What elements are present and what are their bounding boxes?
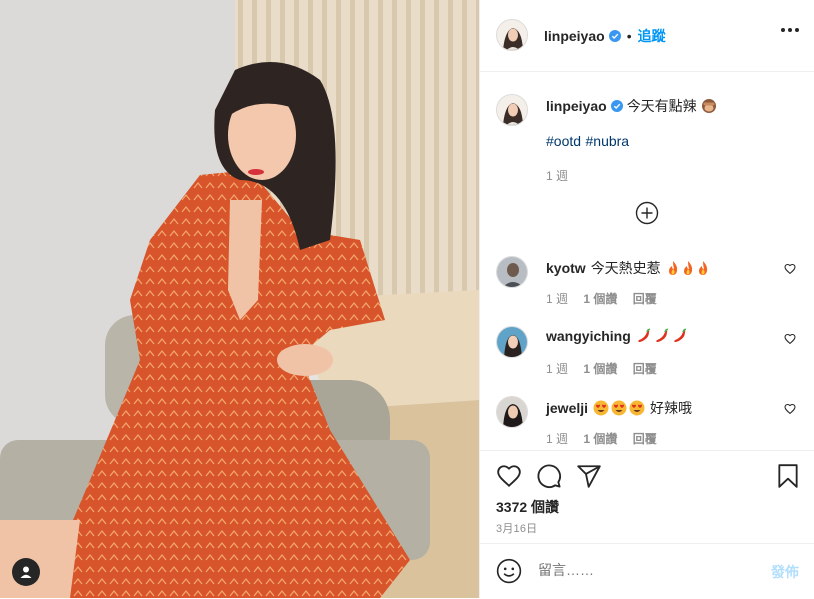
comments-section[interactable]: linpeiyao 今天有點辣 #ootd #nubra 1 週 kyotw 今… [480,72,814,450]
post-comment-button[interactable]: 發佈 [771,562,799,582]
see-no-evil-monkey-emoji [701,99,716,113]
comment-meta: 1 週 1 個讚 回覆 [546,430,669,447]
instagram-post: linpeiyao • 追蹤 linpeiyao 今天有點辣 #ootd #nu… [0,0,814,598]
smiley-icon [496,558,522,584]
chili-pepper-emoji [636,328,688,344]
comment-likes[interactable]: 1 個讚 [583,432,617,446]
caption-time: 1 週 [546,167,796,184]
commenter-avatar[interactable] [496,396,528,428]
caption-avatar[interactable] [496,94,528,126]
comment-meta: 1 週 1 個讚 回覆 [546,360,669,377]
hashtag-link[interactable]: #nubra [586,133,630,149]
commenter-avatar[interactable] [496,256,528,288]
avatar-image [497,327,527,357]
comment-button[interactable] [536,463,562,494]
post-header: linpeiyao • 追蹤 [480,0,814,72]
dot-separator: • [626,28,632,44]
paper-plane-icon [577,465,601,488]
comment-likes[interactable]: 1 個讚 [583,292,617,306]
heart-eyes-emoji [593,400,645,416]
emoji-button[interactable] [496,558,522,589]
save-button[interactable] [775,463,801,494]
hashtag-link[interactable]: #ootd [546,133,581,149]
share-button[interactable] [576,463,602,494]
comment-time[interactable]: 1 週 [546,292,568,306]
plus-circle-icon [635,201,659,225]
load-more-comments-button[interactable] [635,201,659,225]
commenter-username[interactable]: kyotw [546,260,586,276]
like-comment-button[interactable] [784,402,796,420]
caption-text: 今天有點辣 [626,98,697,114]
author-avatar[interactable] [496,19,528,51]
comment-time[interactable]: 1 週 [546,432,568,446]
reply-button[interactable]: 回覆 [633,292,657,306]
like-button[interactable] [496,463,522,494]
author-username[interactable]: linpeiyao [544,28,605,44]
more-options-button[interactable] [781,28,799,32]
fire-emoji [666,260,710,276]
verified-badge-icon [608,30,621,42]
commenter-username[interactable]: wangyiching [546,328,631,344]
more-options-icon [781,28,785,32]
comment-text: 今天熱史惹 [590,260,661,276]
heart-outline-icon [784,403,796,415]
photo-illustration [0,0,479,598]
post-photo[interactable] [0,0,479,598]
user-icon [20,566,32,578]
like-comment-button[interactable] [784,262,796,280]
comment-meta: 1 週 1 個讚 回覆 [546,290,669,307]
post-side-panel: linpeiyao • 追蹤 linpeiyao 今天有點辣 #ootd #nu… [479,0,814,598]
comment-time[interactable]: 1 週 [546,362,568,376]
heart-outline-icon [784,333,796,345]
heart-icon [497,465,521,488]
verified-badge-icon [610,100,623,112]
comment-item: kyotw 今天熱史惹 1 週 1 個讚 回覆 [496,256,796,316]
avatar-image [497,257,527,287]
reply-button[interactable]: 回覆 [633,432,657,446]
caption-timestamp[interactable]: 1 週 [546,169,568,183]
tagged-user-button[interactable] [12,558,40,586]
commenter-avatar[interactable] [496,326,528,358]
bookmark-icon [778,464,798,488]
post-actions: 3372 個讚 3月16日 發佈 [480,450,814,598]
comment-text: 好辣哦 [650,400,693,416]
avatar-image [497,397,527,427]
reply-button[interactable]: 回覆 [633,362,657,376]
comment-bubble-icon [537,464,561,488]
avatar-image [497,95,527,125]
comment-likes[interactable]: 1 個讚 [583,362,617,376]
caption-username[interactable]: linpeiyao [546,98,607,114]
comment-item: wangyiching 1 週 1 個讚 回覆 [496,326,796,386]
avatar-image [497,20,527,50]
commenter-username[interactable]: jewelji [546,400,588,416]
follow-button[interactable]: 追蹤 [638,26,666,46]
post-date[interactable]: 3月16日 [496,520,537,536]
heart-outline-icon [784,263,796,275]
comment-input[interactable] [536,561,740,579]
add-comment-bar: 發佈 [480,543,814,599]
like-comment-button[interactable] [784,332,796,350]
hashtags: #ootd #nubra [546,133,796,151]
comment-item: jewelji 好辣哦 1 週 1 個讚 回覆 [496,396,796,450]
like-count[interactable]: 3372 個讚 [496,497,559,517]
